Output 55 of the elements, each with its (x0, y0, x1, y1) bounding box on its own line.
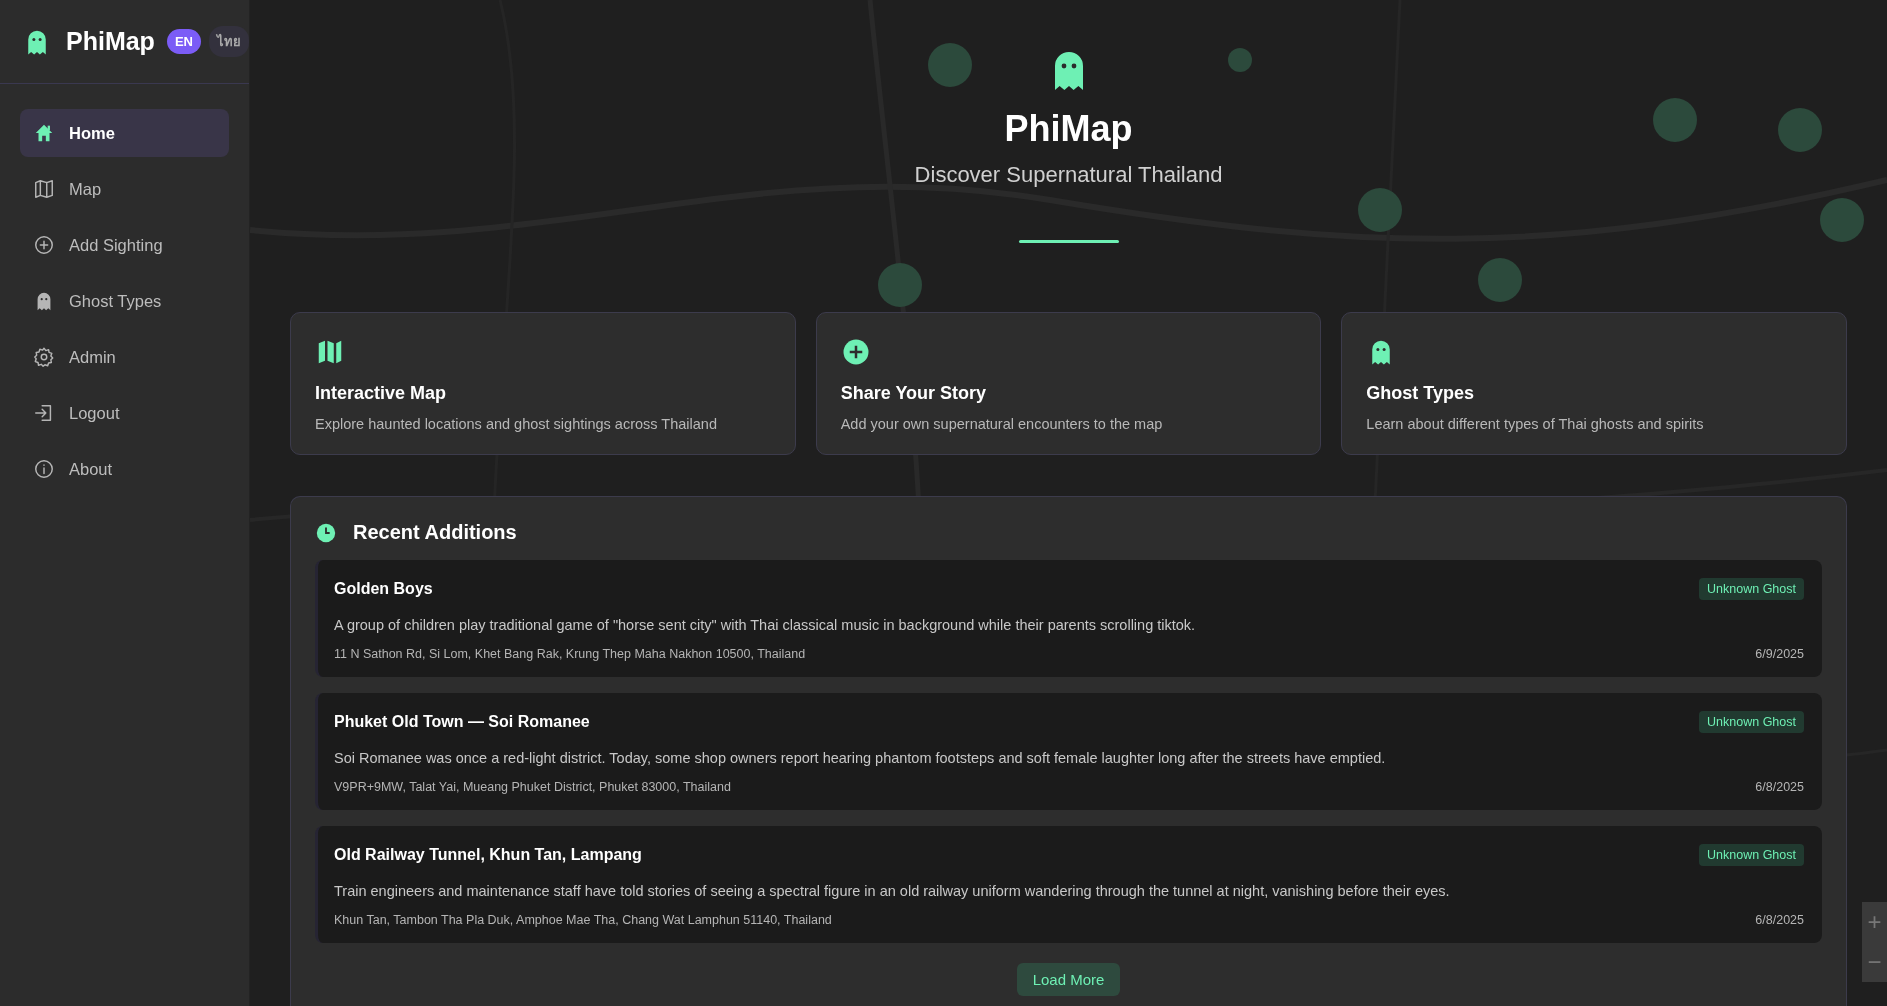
nav-item[interactable]: Admin (20, 333, 229, 381)
ghost-type-tag: Unknown Ghost (1699, 578, 1804, 600)
sighting-title: Phuket Old Town — Soi Romanee (334, 713, 590, 731)
hero-subtitle: Discover Supernatural Thailand (914, 162, 1223, 188)
nav-item[interactable]: Add Sighting (20, 221, 229, 269)
sighting-card[interactable] (315, 560, 1822, 677)
map-marker-icon[interactable] (1653, 98, 1697, 142)
plus-circle-icon (33, 234, 55, 256)
map-marker-icon[interactable] (1478, 258, 1522, 302)
map-marker-icon[interactable] (1778, 108, 1822, 152)
clock-icon (315, 521, 337, 544)
sighting-description: Soi Romanee was once a red-light district. Today, some shop owners report hearing phantom footsteps and soft female laughter long after the streets have emptied. (334, 750, 1387, 766)
nav-item[interactable]: Home (20, 109, 229, 157)
feature-card[interactable]: Ghost Types Learn about different types of Thai ghosts and spirits (1341, 312, 1847, 455)
language-button[interactable]: EN (166, 29, 201, 54)
sighting-title: Golden Boys (334, 580, 433, 598)
home-icon (33, 122, 55, 144)
sighting-card[interactable] (315, 693, 1822, 810)
map-marker-icon[interactable] (878, 263, 922, 307)
map-marker-icon[interactable] (1358, 188, 1402, 232)
sighting-address: Khun Tan, Tambon Tha Pla Duk, Amphoe Mae Tha, Chang Wat Lamphun 51140, Thailand (334, 913, 832, 927)
load-more-button[interactable]: Load More (1016, 963, 1121, 996)
info-icon (33, 458, 55, 480)
map-marker-icon[interactable] (1228, 48, 1252, 72)
card-title: Share Your Story (840, 383, 988, 404)
sighting-title: Old Railway Tunnel, Khun Tan, Lampang (334, 846, 642, 864)
feature-card[interactable]: Interactive Map Explore haunted locations and ghost sightings across Thailand (290, 312, 796, 455)
card-title: Interactive Map (315, 383, 448, 404)
nav-item[interactable]: Map (20, 165, 229, 213)
section-title: Recent Additions (353, 521, 517, 544)
sighting-description: A group of children play traditional game of "horse sent city" with Thai classical music in background while their parents scrolling tiktok. (334, 617, 1197, 633)
card-description: Learn about different types of Thai ghosts and spirits (1366, 416, 1705, 432)
card-description: Add your own supernatural encounters to the map (840, 416, 1164, 432)
sighting-card[interactable] (315, 826, 1822, 943)
ghost-type-tag: Unknown Ghost (1699, 711, 1804, 733)
nav-item[interactable]: About (20, 445, 229, 493)
settings-icon (33, 346, 55, 368)
sighting-date: 6/9/2025 (1755, 647, 1804, 661)
nav-item[interactable]: Ghost Types (20, 277, 229, 325)
ghost-type-tag: Unknown Ghost (1699, 844, 1804, 866)
app-name: PhiMap (66, 27, 155, 56)
map-icon (33, 178, 55, 200)
sighting-address: 11 N Sathon Rd, Si Lom, Khet Bang Rak, Krung Thep Maha Nakhon 10500, Thailand (334, 647, 806, 661)
map-marker-icon[interactable] (1820, 198, 1864, 242)
feature-card[interactable]: Share Your Story Add your own supernatural encounters to the map (815, 312, 1322, 455)
language-button[interactable]: ไทย (208, 26, 249, 57)
sighting-date: 6/8/2025 (1755, 913, 1804, 927)
nav-item[interactable]: Logout (20, 389, 229, 437)
card-description: Explore haunted locations and ghost sightings across Thailand (315, 416, 718, 432)
sighting-date: 6/8/2025 (1755, 780, 1804, 794)
sighting-description: Train engineers and maintenance staff have told stories of seeing a spectral figure in an old railway uniform wandering through the tunnel at night, vanishing before their eyes. (334, 883, 1451, 899)
map-marker-icon[interactable] (928, 43, 972, 87)
card-title: Ghost Types (1366, 383, 1476, 404)
hero-title: PhiMap (1004, 108, 1133, 150)
sighting-address: V9PR+9MW, Talat Yai, Mueang Phuket District, Phuket 83000, Thailand (334, 780, 731, 794)
